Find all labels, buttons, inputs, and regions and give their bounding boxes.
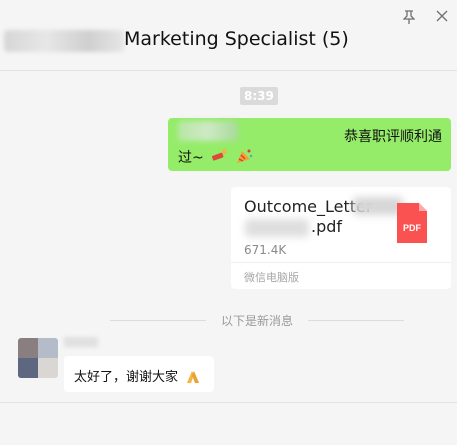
outgoing-message-bubble[interactable]: 恭喜职评顺利通 过~ [168, 118, 451, 171]
chat-title: Marketing Specialist (5) [124, 28, 349, 50]
divider-line-right [308, 320, 404, 321]
outgoing-message-text-line1: 恭喜职评顺利通 [344, 129, 442, 145]
close-icon[interactable] [436, 10, 448, 26]
blurred-filename-part [245, 219, 309, 237]
incoming-message-text: 太好了，谢谢大家 [74, 370, 179, 385]
file-card-divider [231, 262, 451, 263]
thanks-emoji [184, 368, 202, 388]
party-popper-emoji [235, 148, 253, 168]
pdf-icon-label: PDF [403, 223, 422, 233]
file-size: 671.4K [244, 243, 287, 257]
incoming-message-bubble[interactable]: 太好了，谢谢大家 [64, 356, 214, 392]
pin-icon[interactable] [402, 10, 416, 28]
outgoing-message-text-line2: 过~ [178, 147, 253, 168]
new-messages-divider: 以下是新消息 [0, 312, 457, 328]
new-messages-label: 以下是新消息 [220, 314, 293, 328]
incoming-message-text-wrap: 太好了，谢谢大家 [74, 366, 202, 388]
blurred-filename-part [353, 197, 403, 215]
divider-line-left [110, 320, 206, 321]
blurred-sender-name [64, 337, 98, 347]
file-extension: .pdf [311, 217, 343, 236]
chat-header: Marketing Specialist (5) [0, 0, 457, 71]
blurred-mention [178, 121, 238, 141]
file-source: 微信电脑版 [244, 271, 299, 284]
file-message-card[interactable]: Outcome_Letter .pdf 671.4K 微信电脑版 PDF [231, 187, 451, 289]
blurred-group-prefix [4, 30, 124, 52]
pdf-file-icon: PDF [397, 203, 427, 243]
avatar[interactable] [18, 338, 58, 378]
firecracker-emoji [210, 147, 229, 168]
message-timestamp: 8:39 [240, 87, 278, 105]
outgoing-message-text-line2-text: 过~ [178, 150, 204, 166]
message-input-area[interactable] [0, 402, 457, 445]
